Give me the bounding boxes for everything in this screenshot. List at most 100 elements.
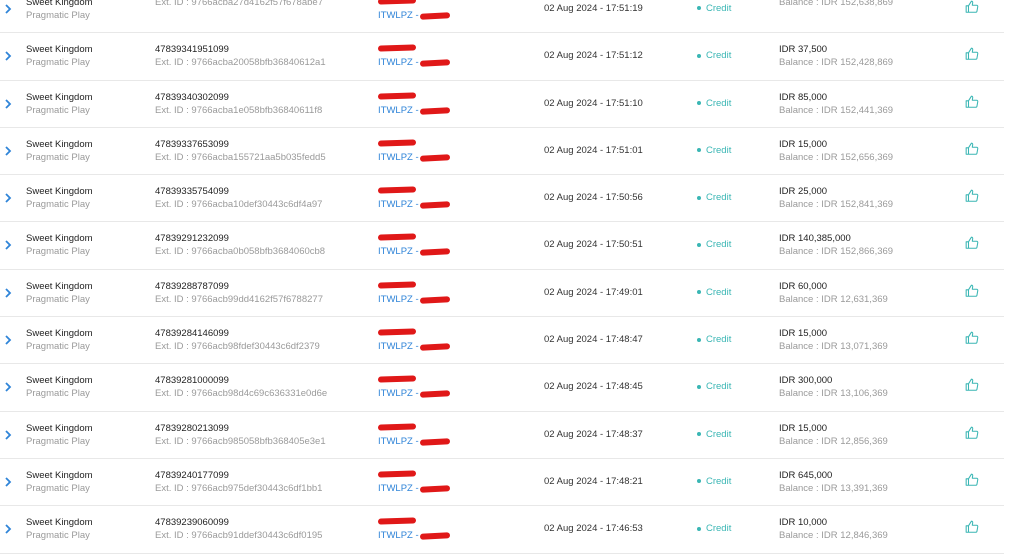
- table-row[interactable]: Sweet Kingdom Pragmatic Play 47839281000…: [0, 364, 1004, 412]
- table-row[interactable]: Sweet Kingdom Pragmatic Play 47839291232…: [0, 222, 1004, 270]
- redaction-mark: [419, 532, 451, 541]
- thumbs-up-icon[interactable]: [965, 236, 979, 250]
- transaction-type-label: Credit: [706, 192, 732, 204]
- table-row[interactable]: Sweet Kingdom Pragmatic Play 47839337653…: [0, 128, 1004, 176]
- status-dot: [697, 242, 701, 247]
- chevron-right-icon[interactable]: [4, 429, 14, 441]
- player-code-link[interactable]: ITWLPZ -: [378, 198, 419, 211]
- thumbs-up-icon[interactable]: [965, 331, 979, 345]
- external-id: Ext. ID : 9766acb99dd4162f57f6788277: [155, 293, 323, 305]
- amount-cell: IDR 15,000 Balance : IDR 152,656,369: [779, 138, 893, 164]
- table-row[interactable]: Sweet Kingdom Pragmatic Play 47839335754…: [0, 175, 1004, 223]
- player-cell: ITWLPZ -: [377, 469, 468, 499]
- table-row[interactable]: Sweet Kingdom Pragmatic Play Ext. ID : 9…: [0, 0, 1004, 34]
- balance-value: Balance : IDR 13,106,369: [779, 388, 888, 400]
- game-name: Sweet Kingdom: [26, 186, 93, 198]
- player-code-link[interactable]: ITWLPZ -: [378, 245, 419, 258]
- transaction-id: 47839337653099: [155, 138, 229, 150]
- thumbs-up-icon[interactable]: [965, 378, 979, 392]
- chevron-right-icon[interactable]: [4, 523, 14, 535]
- game-provider: Pragmatic Play: [26, 482, 90, 494]
- redaction-mark: [377, 233, 417, 242]
- chevron-right-icon[interactable]: [4, 334, 14, 346]
- player-code-link[interactable]: ITWLPZ -: [378, 435, 419, 448]
- table-row[interactable]: Sweet Kingdom Pragmatic Play 47839240177…: [0, 459, 1004, 507]
- game-cell: Sweet Kingdom Pragmatic Play: [26, 138, 93, 164]
- player-code-link[interactable]: ITWLPZ -: [378, 340, 419, 353]
- game-name: Sweet Kingdom: [26, 0, 93, 8]
- transaction-date: 02 Aug 2024 - 17:49:01: [544, 286, 643, 298]
- thumbs-up-icon[interactable]: [965, 426, 979, 440]
- game-provider: Pragmatic Play: [26, 435, 90, 447]
- table-row[interactable]: Sweet Kingdom Pragmatic Play 47839239060…: [0, 506, 1004, 554]
- transaction-date: 02 Aug 2024 - 17:51:19: [544, 3, 643, 14]
- player-code-link[interactable]: ITWLPZ -: [378, 151, 419, 164]
- thumbs-up-icon[interactable]: [965, 189, 979, 203]
- thumbs-up-icon[interactable]: [965, 142, 979, 156]
- transaction-type-label: Credit: [706, 239, 732, 251]
- transaction-type: Credit: [697, 523, 731, 534]
- transaction-type-label: Credit: [706, 475, 732, 487]
- game-provider: Pragmatic Play: [26, 530, 90, 542]
- transaction-type-label: Credit: [706, 3, 732, 14]
- chevron-right-icon[interactable]: [4, 287, 14, 299]
- chevron-right-icon[interactable]: [4, 50, 14, 62]
- player-code-link[interactable]: ITWLPZ -: [378, 482, 419, 495]
- game-cell: Sweet Kingdom Pragmatic Play: [26, 516, 93, 542]
- chevron-right-icon[interactable]: [4, 192, 14, 204]
- table-row[interactable]: Sweet Kingdom Pragmatic Play 47839284146…: [0, 317, 1004, 365]
- transaction-id: 47839291232099: [155, 233, 229, 245]
- game-name: Sweet Kingdom: [26, 375, 93, 387]
- player-code-link[interactable]: ITWLPZ -: [378, 387, 419, 400]
- game-cell: Sweet Kingdom Pragmatic Play: [26, 232, 93, 258]
- balance-value: Balance : IDR 12,631,369: [779, 293, 888, 305]
- table-row[interactable]: Sweet Kingdom Pragmatic Play 47839340302…: [0, 81, 1004, 128]
- redaction-mark: [419, 106, 451, 115]
- transaction-cell: 47839240177099 Ext. ID : 9766acb975def30…: [155, 469, 322, 495]
- transaction-type: Credit: [697, 334, 731, 345]
- game-provider: Pragmatic Play: [26, 151, 90, 163]
- player-code-link[interactable]: ITWLPZ -: [378, 9, 419, 22]
- balance-value: Balance : IDR 152,841,369: [779, 199, 894, 211]
- player-cell: ITWLPZ -: [377, 422, 468, 452]
- thumbs-up-icon[interactable]: [965, 520, 979, 534]
- transaction-type-label: Credit: [706, 428, 732, 440]
- transaction-cell: Ext. ID : 9766acba27d4162f57f678abe7: [155, 0, 323, 9]
- player-code-link[interactable]: ITWLPZ -: [378, 293, 419, 306]
- game-cell: Sweet Kingdom Pragmatic Play: [26, 280, 93, 306]
- amount-cell: IDR 300,000 Balance : IDR 13,106,369: [779, 374, 888, 400]
- thumbs-up-icon[interactable]: [965, 473, 979, 487]
- thumbs-up-icon[interactable]: [965, 95, 979, 109]
- game-cell: Sweet Kingdom Pragmatic Play: [26, 327, 93, 353]
- chevron-right-icon[interactable]: [4, 239, 14, 251]
- chevron-right-icon[interactable]: [4, 145, 14, 157]
- redaction-mark: [377, 0, 417, 5]
- chevron-right-icon[interactable]: [4, 476, 14, 488]
- game-name: Sweet Kingdom: [26, 280, 93, 292]
- chevron-right-icon[interactable]: [4, 3, 14, 15]
- amount-cell: IDR 15,000 Balance : IDR 13,071,369: [779, 327, 888, 353]
- amount-cell: IDR 85,000 Balance : IDR 152,441,369: [779, 91, 893, 117]
- redaction-mark: [419, 12, 451, 20]
- chevron-right-icon[interactable]: [4, 381, 14, 393]
- transaction-type: Credit: [697, 3, 731, 14]
- thumbs-up-icon[interactable]: [965, 284, 979, 298]
- player-code-link[interactable]: ITWLPZ -: [378, 104, 419, 117]
- table-row[interactable]: Sweet Kingdom Pragmatic Play 47839280213…: [0, 412, 1004, 459]
- game-cell: Sweet Kingdom Pragmatic Play: [26, 185, 93, 211]
- transaction-type: Credit: [697, 381, 731, 392]
- redaction-mark: [377, 91, 417, 100]
- amount-value: IDR 300,000: [779, 375, 833, 387]
- thumbs-up-icon[interactable]: [965, 0, 979, 14]
- game-cell: Sweet Kingdom Pragmatic Play: [26, 469, 93, 495]
- transaction-cell: 47839341951099 Ext. ID : 9766acba20058bf…: [155, 43, 326, 69]
- chevron-right-icon[interactable]: [4, 98, 14, 110]
- thumbs-up-icon[interactable]: [965, 47, 979, 61]
- transaction-type-label: Credit: [706, 50, 732, 62]
- table-row[interactable]: Sweet Kingdom Pragmatic Play 47839341951…: [0, 33, 1004, 81]
- amount-value: IDR 60,000: [779, 280, 828, 292]
- table-row[interactable]: Sweet Kingdom Pragmatic Play 47839288787…: [0, 270, 1004, 318]
- player-code-link[interactable]: ITWLPZ -: [378, 56, 419, 69]
- game-name: Sweet Kingdom: [26, 517, 93, 529]
- player-code-link[interactable]: ITWLPZ -: [378, 529, 419, 542]
